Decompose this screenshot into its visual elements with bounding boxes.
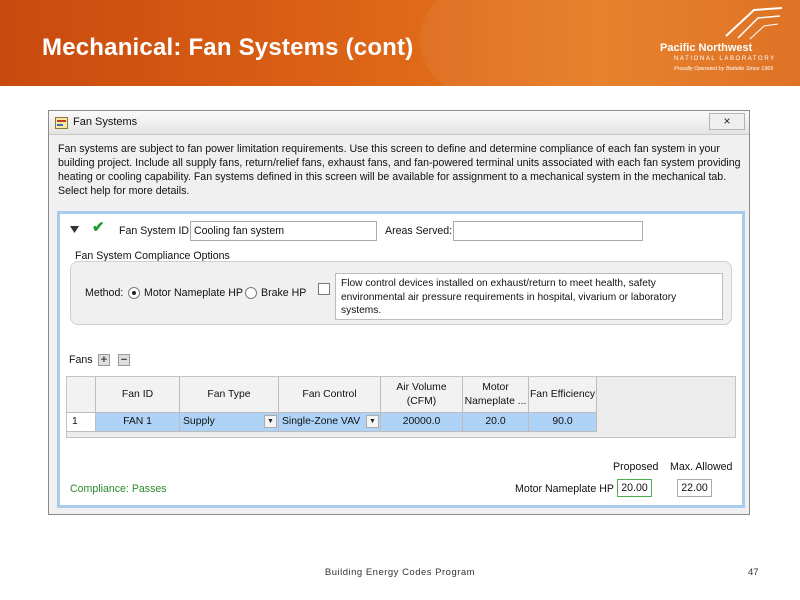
- fan-id-cell[interactable]: FAN 1: [96, 413, 180, 432]
- window-titlebar[interactable]: Fan Systems ×: [49, 111, 749, 135]
- logo-subtitle: NATIONAL LABORATORY: [674, 56, 776, 62]
- fans-label: Fans: [69, 354, 93, 366]
- proposed-header: Proposed: [613, 461, 659, 473]
- motor-nameplate-cell[interactable]: 20.0: [463, 413, 529, 432]
- column-header-fan-type[interactable]: Fan Type: [180, 377, 279, 413]
- flow-control-checkbox[interactable]: [318, 283, 330, 295]
- pnnl-logo: Pacific Northwest NATIONAL LABORATORY Pr…: [660, 6, 792, 78]
- plus-icon[interactable]: +: [98, 354, 110, 366]
- column-header-fan-control[interactable]: Fan Control: [279, 377, 381, 413]
- column-header-fan-efficiency[interactable]: Fan Efficiency: [529, 377, 597, 413]
- column-header-air-volume[interactable]: Air Volume (CFM): [381, 377, 463, 413]
- close-button[interactable]: ×: [709, 113, 745, 130]
- logo-name: Pacific Northwest: [660, 42, 753, 54]
- fan-type-value: Supply: [183, 416, 215, 427]
- column-header-fan-id[interactable]: Fan ID: [96, 377, 180, 413]
- page-number: 47: [748, 567, 759, 578]
- fan-system-id-input[interactable]: [190, 221, 377, 241]
- logo-tagline: Proudly Operated by Battelle Since 1965: [674, 66, 774, 72]
- logo-mark-icon: [725, 7, 783, 40]
- fan-control-cell[interactable]: Single-Zone VAV ▼: [279, 413, 381, 432]
- method-motor-nameplate-radio[interactable]: [128, 287, 140, 299]
- fan-systems-window: Fan Systems × Fan systems are subject to…: [48, 110, 750, 515]
- slide-banner: Mechanical: Fan Systems (cont) Pacific N…: [0, 0, 800, 86]
- max-allowed-header: Max. Allowed: [670, 461, 733, 473]
- window-title: Fan Systems: [73, 116, 138, 128]
- row-number-cell[interactable]: 1: [67, 413, 96, 432]
- column-header-motor-nameplate[interactable]: Motor Nameplate ...: [463, 377, 529, 413]
- chevron-down-icon[interactable]: ▼: [366, 415, 379, 428]
- method-label: Method:: [85, 287, 124, 299]
- fan-efficiency-cell[interactable]: 90.0: [529, 413, 597, 432]
- flow-control-description: Flow control devices installed on exhaus…: [335, 273, 723, 320]
- app-icon: [55, 117, 68, 129]
- method-motor-nameplate-label[interactable]: Motor Nameplate HP: [144, 287, 243, 299]
- method-brake-hp-radio[interactable]: [245, 287, 257, 299]
- motor-nameplate-hp-label: Motor Nameplate HP: [515, 483, 614, 495]
- air-volume-cell[interactable]: 20000.0: [381, 413, 463, 432]
- areas-served-input[interactable]: [453, 221, 643, 241]
- slide-footer: Building Energy Codes Program: [324, 567, 476, 578]
- fan-system-id-label: Fan System ID:: [119, 225, 192, 237]
- collapse-triangle-icon[interactable]: [70, 226, 79, 233]
- compliance-options-group: Method: Motor Nameplate HP Brake HP Flow…: [70, 261, 732, 325]
- method-brake-hp-label[interactable]: Brake HP: [261, 287, 306, 299]
- chevron-down-icon[interactable]: ▼: [264, 415, 277, 428]
- compliance-status: Compliance: Passes: [70, 483, 167, 495]
- areas-served-label: Areas Served:: [385, 225, 453, 237]
- fan-control-value: Single-Zone VAV: [282, 416, 361, 427]
- proposed-value: 20.00: [617, 479, 652, 497]
- window-description: Fan systems are subject to fan power lim…: [58, 143, 741, 197]
- fans-table: Fan ID Fan Type Fan Control Air Volume (…: [66, 376, 736, 438]
- fan-system-panel: ✔ Fan System ID: Areas Served: Fan Syste…: [57, 211, 745, 508]
- minus-icon[interactable]: −: [118, 354, 130, 366]
- max-allowed-value: 22.00: [677, 479, 712, 497]
- fan-type-cell[interactable]: Supply ▼: [180, 413, 279, 432]
- column-header-row-number: [67, 377, 96, 413]
- slide-title: Mechanical: Fan Systems (cont): [42, 34, 414, 61]
- check-icon: ✔: [92, 219, 105, 236]
